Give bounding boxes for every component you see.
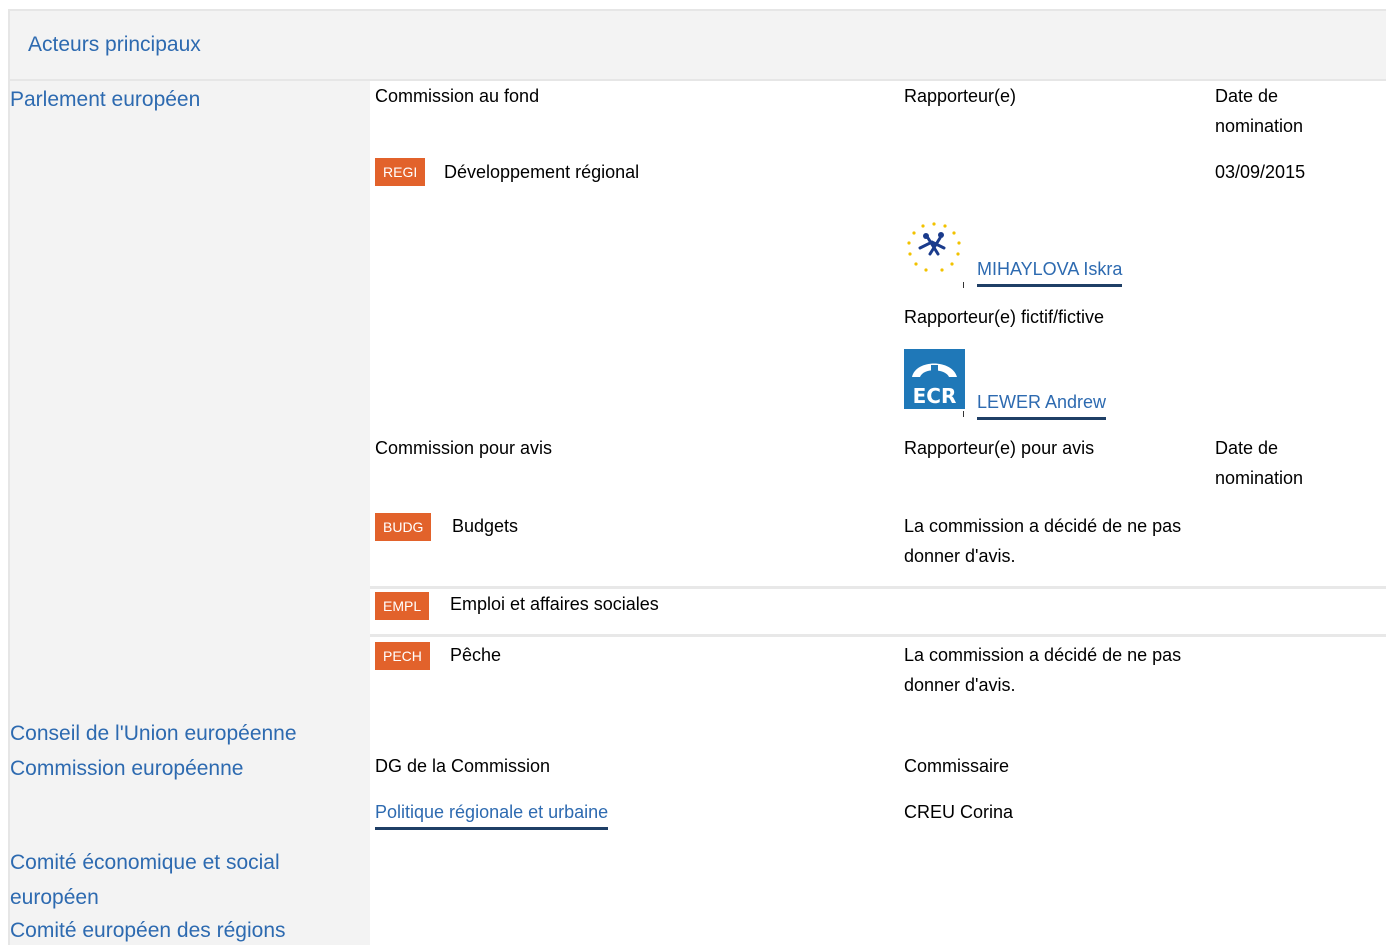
logo-separator-2 [963, 411, 964, 417]
alde-logo-icon [904, 220, 964, 283]
section-header: Acteurs principaux [8, 9, 1386, 81]
shadow-rapporteur-label: Rapporteur(e) fictif/fictive [904, 307, 1105, 327]
commissioner-name: CREU Corina [904, 802, 1014, 822]
col-dg-header: DG de la Commission [375, 756, 551, 776]
col-commissioner-header: Commissaire [904, 756, 1010, 776]
actor-cdr[interactable]: Comité européen des régions [10, 914, 286, 947]
rapporteur-link[interactable]: MIHAYLOVA Iskra [977, 254, 1123, 287]
committee-badge-empl[interactable]: EMPL [375, 592, 430, 620]
committee-badge-budg[interactable]: BUDG [375, 513, 432, 541]
section-title[interactable]: Acteurs principaux [28, 33, 201, 57]
lead-committee-name: Développement régional [444, 162, 640, 182]
actor-commission[interactable]: Commission européenne [10, 752, 243, 785]
opinion-committee-name: Pêche [450, 645, 502, 665]
col-committee-header: Commission au fond [375, 86, 540, 106]
col-rapporteur-header: Rapporteur(e) [904, 86, 1017, 106]
shadow-rapporteur-link[interactable]: LEWER Andrew [977, 387, 1107, 420]
dg-link[interactable]: Politique régionale et urbaine [375, 797, 609, 830]
ecr-logo-text: ECR [913, 384, 957, 408]
col-opinion-rapporteur-header: Rapporteur(e) pour avis [904, 438, 1095, 458]
actor-cese-line1[interactable]: Comité économique et social [10, 846, 280, 879]
lead-nomination-date: 03/09/2015 [1215, 162, 1306, 182]
opinion-committee-name: Budgets [452, 516, 519, 536]
col-opinion-committee-header: Commission pour avis [375, 438, 553, 458]
committee-badge-regi[interactable]: REGI [375, 158, 426, 186]
opinion-note: La commission a décidé de ne pas donner … [904, 516, 1182, 566]
row-divider [370, 634, 1386, 637]
logo-separator [963, 282, 964, 288]
actors-column [8, 81, 370, 945]
actor-parlement[interactable]: Parlement européen [10, 83, 200, 116]
ecr-logo-icon: ECR [904, 349, 965, 414]
committee-badge-pech[interactable]: PECH [375, 642, 430, 670]
opinion-note: La commission a décidé de ne pas donner … [904, 645, 1182, 695]
opinion-committee-name: Emploi et affaires sociales [450, 594, 659, 614]
col-date-header: Date de nomination [1215, 86, 1304, 136]
col-opinion-date-header: Date de nomination [1215, 438, 1304, 488]
actor-cese-line2[interactable]: européen [10, 881, 99, 914]
actor-conseil[interactable]: Conseil de l'Union européenne [10, 717, 297, 750]
